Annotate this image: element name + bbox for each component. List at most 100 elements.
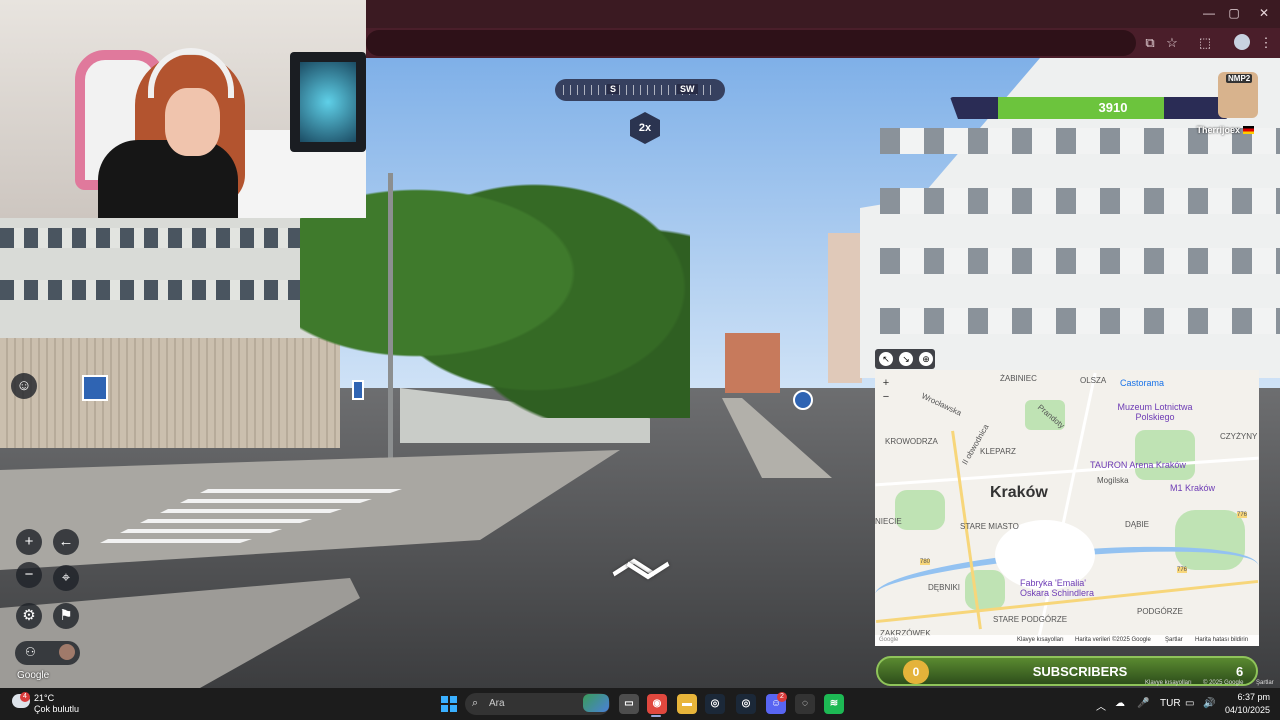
map-label-stare-podgorze: STARE PODGÓRZE — [993, 615, 1068, 624]
map-label-olsza: OLSZA — [1080, 376, 1107, 385]
star-icon[interactable]: ☆ — [1164, 35, 1180, 51]
map-zoom-in-button[interactable]: + — [878, 376, 894, 390]
map-label-czyzyny: CZYŻYNY — [1220, 432, 1258, 441]
map-road-776b: 776 — [1177, 567, 1188, 573]
map-pin-button[interactable]: ⊕ — [919, 352, 933, 366]
webcam-overlay — [0, 0, 366, 218]
pc-case-lights — [300, 62, 356, 142]
profile-avatar[interactable] — [1234, 34, 1250, 50]
extensions-icon[interactable]: ⬚ — [1197, 35, 1213, 51]
minimize-button[interactable]: — — [1201, 6, 1217, 20]
undo-move-button[interactable]: ← — [53, 529, 79, 555]
health-value: 3910 — [1098, 100, 1128, 115]
map-label-museum: Muzeum Lotnictwa Polskiego — [1117, 402, 1193, 422]
search-icon: ⌕ — [472, 697, 479, 709]
subscriber-goal: 6 — [1236, 664, 1244, 679]
street-lamp — [388, 173, 393, 463]
volume-icon[interactable]: 🔊 — [1203, 698, 1215, 709]
return-to-start-button[interactable]: ⌖ — [53, 565, 79, 591]
map-label-castorama: Castorama — [1120, 378, 1165, 388]
network-icon[interactable]: ▭ — [1185, 698, 1194, 709]
map-park — [895, 490, 945, 530]
compass-label-south: S — [607, 84, 620, 94]
microphone-icon[interactable]: 🎤 — [1137, 698, 1149, 709]
weather-description[interactable]: Çok bulutlu — [34, 704, 79, 714]
search-highlight-image[interactable] — [583, 694, 609, 712]
left-building-windows — [0, 280, 320, 300]
zoom-in-button[interactable]: + — [16, 529, 42, 555]
map-toolbar: ↖ ↘ ⊕ — [875, 349, 935, 369]
tray-overflow-chevron[interactable]: ︿ — [1096, 698, 1106, 713]
left-building-windows — [0, 228, 320, 248]
menu-icon[interactable]: ⋮ — [1258, 35, 1274, 51]
map-label-tauron: TAURON Arena Kraków — [1090, 460, 1186, 470]
streamer-face — [165, 88, 220, 156]
emoji-button[interactable]: ☺ — [11, 373, 37, 399]
map-label-mogilska: Mogilska — [1097, 476, 1129, 485]
overlay-credit: © 2025 Google — [1203, 680, 1244, 686]
obs-icon[interactable]: ◌ — [795, 694, 815, 714]
onedrive-cloud-icon[interactable]: ☁ — [1115, 698, 1125, 709]
folder-icon[interactable]: ▬ — [677, 694, 697, 714]
file-explorer-icon[interactable]: ▭ — [619, 694, 639, 714]
close-button[interactable]: ✕ — [1256, 6, 1272, 20]
map-shortcuts-link[interactable]: Klavye kısayolları — [1017, 637, 1064, 643]
streamer-body — [98, 140, 238, 218]
search-placeholder: Ara — [489, 698, 505, 709]
clock-time[interactable]: 6:37 pm — [1226, 692, 1270, 702]
weather-badge: 4 — [20, 692, 30, 702]
avatar-badge: NMP2 — [1226, 74, 1253, 83]
player-name: Therrijoex — [1196, 125, 1240, 135]
map-zoom-controls: + − — [878, 376, 894, 406]
right-building-windows — [880, 248, 1280, 274]
map-terms-link[interactable]: Şartlar — [1165, 637, 1183, 643]
steam-icon-2[interactable]: ◎ — [736, 694, 756, 714]
cast-icon[interactable]: ⧉ — [1142, 35, 1158, 51]
map-label-podgorze: PODGÓRZE — [1137, 607, 1183, 616]
map-label-kleparz: KLEPARZ — [980, 447, 1016, 456]
overlay-terms: Şartlar — [1256, 680, 1274, 686]
teammate-avatar — [59, 644, 75, 660]
map-label-m1: M1 Kraków — [1170, 483, 1216, 493]
map-footer: Google Klavye kısayolları Harita veriler… — [875, 635, 1259, 646]
spotify-icon[interactable]: ≋ — [824, 694, 844, 714]
discord-badge: 2 — [777, 692, 787, 702]
map-road — [875, 456, 1259, 487]
clock-date[interactable]: 04/10/2025 — [1220, 705, 1270, 715]
map-report-link[interactable]: Harita hatası bildirin — [1195, 637, 1248, 643]
map-shrink-button[interactable]: ↘ — [899, 352, 913, 366]
keep-left-sign — [793, 390, 813, 410]
wooden-fence — [0, 338, 340, 448]
weather-temperature[interactable]: 21°C — [34, 693, 54, 703]
active-app-indicator — [651, 715, 661, 717]
pedestrian-crossing-sign — [82, 375, 108, 401]
germany-flag-icon — [1243, 126, 1254, 134]
map-label-krakow: Kraków — [990, 484, 1048, 501]
map-road-776: 776 — [1237, 512, 1248, 518]
chrome-icon[interactable]: ◉ — [647, 694, 667, 714]
flag-button[interactable]: ⚑ — [53, 603, 79, 629]
maximize-button[interactable]: ▢ — [1226, 6, 1242, 20]
party-pill[interactable]: ⚇ — [15, 641, 80, 665]
distant-building-red — [725, 333, 780, 393]
overlay-shortcuts: Klavye kısayolları — [1145, 680, 1192, 686]
settings-button[interactable]: ⚙ — [16, 603, 42, 629]
map-label-debniki: DĘBNIKI — [928, 583, 961, 592]
guess-minimap[interactable]: ŻABINIEC OLSZA Castorama Wrocławska Muze… — [875, 370, 1259, 646]
address-bar[interactable] — [366, 30, 1136, 56]
move-backward-arrow[interactable]: ﹀ — [626, 563, 670, 607]
map-enlarge-button[interactable]: ↖ — [879, 352, 893, 366]
language-indicator[interactable]: TUR — [1160, 698, 1181, 709]
map-label-krowodrza: KROWODRZA — [885, 437, 938, 446]
map-label-dabie: DĄBIE — [1125, 520, 1150, 529]
map-label-niecie: NIECIE — [875, 517, 902, 526]
compass-label-southwest: SW — [677, 84, 698, 94]
map-label-zabiniec: ŻABINIEC — [1000, 374, 1037, 383]
zoom-out-button[interactable]: − — [16, 562, 42, 588]
windows-start-icon[interactable] — [441, 696, 457, 712]
steam-icon[interactable]: ◎ — [705, 694, 725, 714]
subscriber-count: 0 — [903, 660, 929, 684]
map-zoom-out-button[interactable]: − — [878, 390, 894, 404]
map-label-stare-miasto: STARE MIASTO — [960, 522, 1019, 531]
map-google-logo: Google — [879, 637, 899, 643]
